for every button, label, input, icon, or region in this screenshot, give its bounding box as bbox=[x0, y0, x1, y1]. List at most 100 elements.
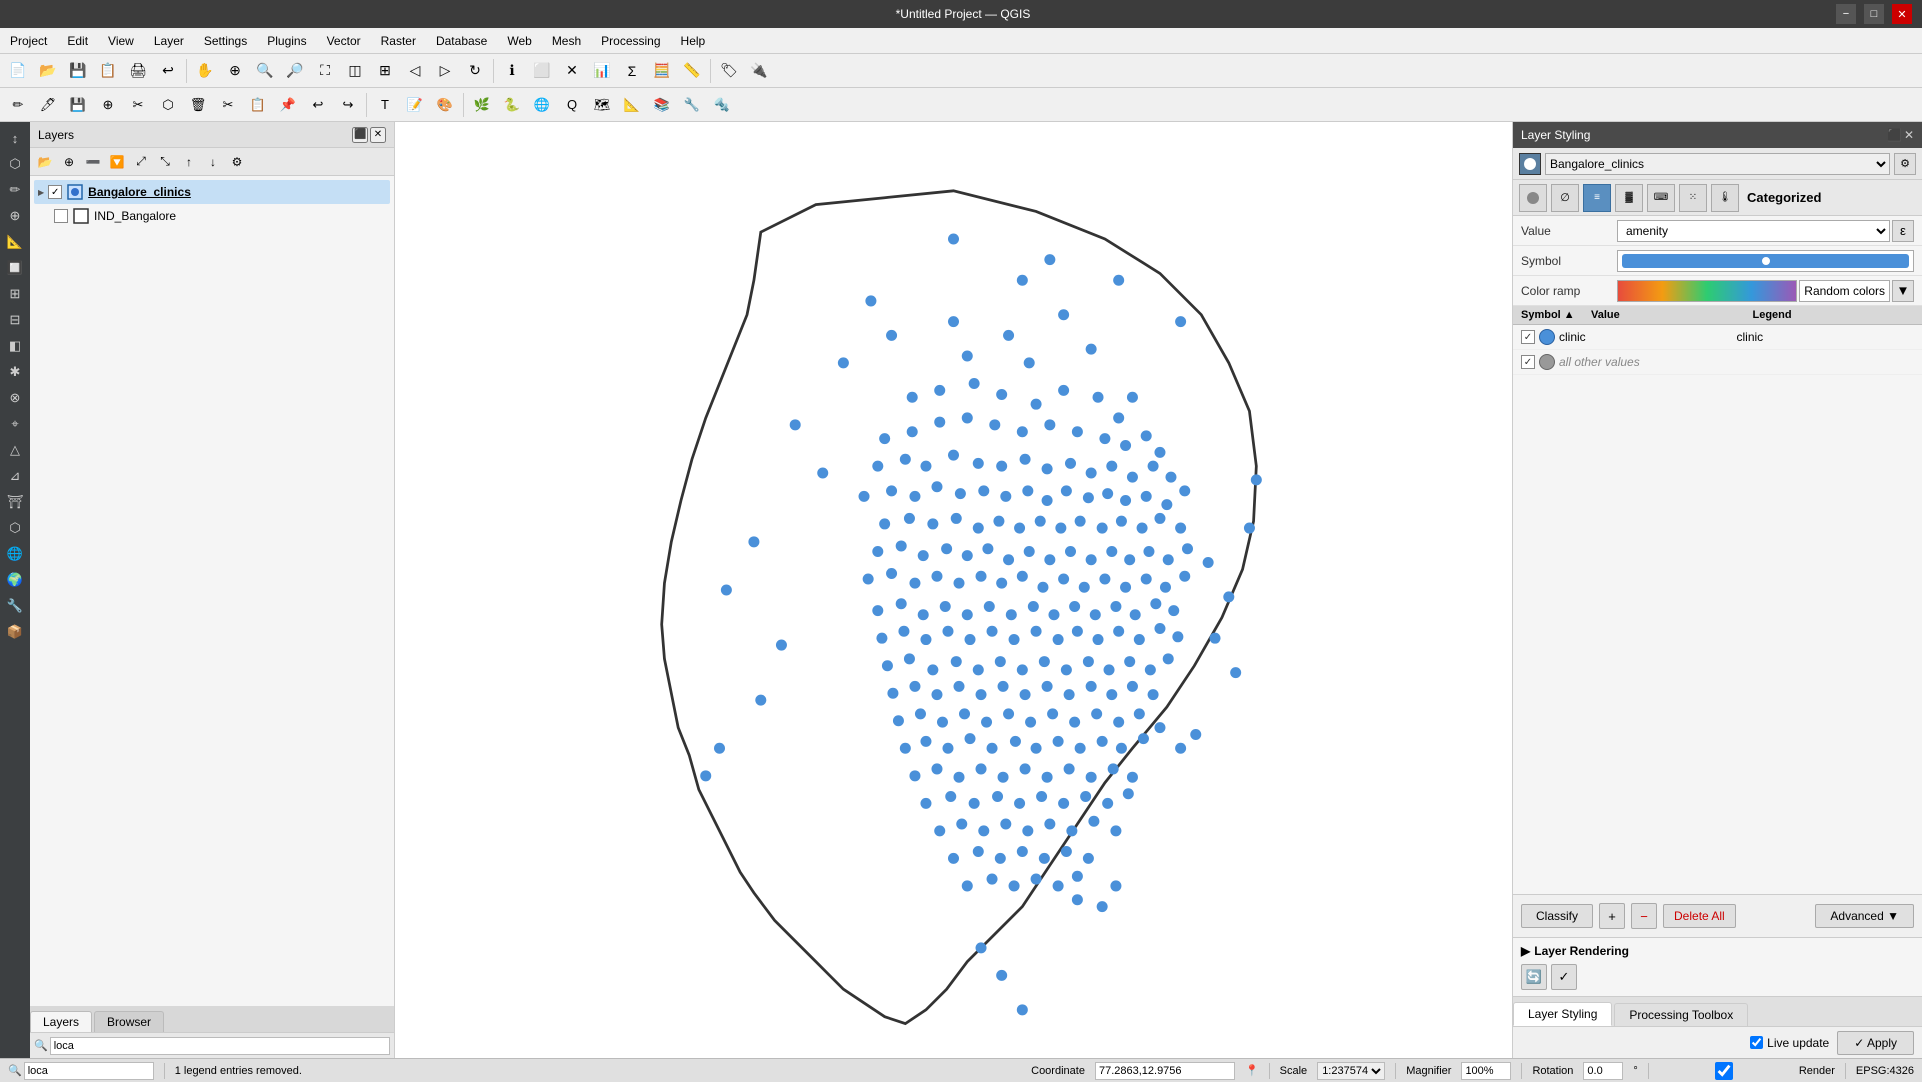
styling-undock-button[interactable]: ⬛ bbox=[1887, 128, 1902, 142]
value-expression-button[interactable]: ε bbox=[1892, 220, 1914, 242]
move-down-button[interactable]: ↓ bbox=[202, 151, 224, 173]
delete-selected-button[interactable]: 🗑 bbox=[184, 91, 212, 119]
digitize-button[interactable]: ✏ bbox=[4, 91, 32, 119]
annotation-button[interactable]: 📝 bbox=[401, 91, 429, 119]
open-project-button[interactable]: 📂 bbox=[34, 57, 62, 85]
save-as-button[interactable]: 📋 bbox=[94, 57, 122, 85]
map3d-button[interactable]: 🗺 bbox=[588, 91, 616, 119]
layer-checkbox-ind[interactable] bbox=[54, 209, 68, 223]
pan-to-selection-button[interactable]: ⊕ bbox=[221, 57, 249, 85]
menu-plugins[interactable]: Plugins bbox=[257, 32, 316, 50]
menu-web[interactable]: Web bbox=[497, 32, 541, 50]
label-button[interactable]: 🏷 bbox=[715, 57, 743, 85]
layer-rendering-title[interactable]: ▶ Layer Rendering bbox=[1521, 944, 1914, 958]
scale-dropdown[interactable]: 1:237574 bbox=[1317, 1062, 1385, 1080]
menu-raster[interactable]: Raster bbox=[371, 32, 426, 50]
left-tool-2[interactable]: ⬡ bbox=[3, 152, 27, 176]
collapse-all-button[interactable]: ⤡ bbox=[154, 151, 176, 173]
tab-browser[interactable]: Browser bbox=[94, 1011, 164, 1032]
styling-layer-settings[interactable]: ⚙ bbox=[1894, 153, 1916, 175]
deselect-button[interactable]: ✕ bbox=[558, 57, 586, 85]
globe-button[interactable]: 🌐 bbox=[528, 91, 556, 119]
undo-edit-button[interactable]: ↩ bbox=[304, 91, 332, 119]
left-tool-5[interactable]: 📐 bbox=[3, 230, 27, 254]
select-button[interactable]: ⬜ bbox=[528, 57, 556, 85]
zoom-layer-button[interactable]: ⊞ bbox=[371, 57, 399, 85]
tab-layer-styling[interactable]: Layer Styling bbox=[1513, 1002, 1612, 1026]
value-dropdown[interactable]: amenity bbox=[1617, 220, 1890, 242]
zoom-selection-button[interactable]: ◫ bbox=[341, 57, 369, 85]
layer-item-bangalore-clinics[interactable]: ▶ ✓ Bangalore_clinics bbox=[34, 180, 390, 204]
move-feature-button[interactable]: ✂ bbox=[124, 91, 152, 119]
render-tool-2[interactable]: ✓ bbox=[1551, 964, 1577, 990]
layers-panel-undock[interactable]: ⬛ bbox=[352, 127, 368, 143]
menu-edit[interactable]: Edit bbox=[57, 32, 98, 50]
style-button[interactable]: 🎨 bbox=[431, 91, 459, 119]
add-class-button[interactable]: + bbox=[1599, 903, 1625, 929]
toggle-edit-button[interactable]: 🖊 bbox=[34, 91, 62, 119]
heatmap-renderer-button[interactable]: 🌡 bbox=[1711, 184, 1739, 212]
color-ramp-options-button[interactable]: ▼ bbox=[1892, 280, 1914, 302]
color-ramp-preview[interactable] bbox=[1617, 280, 1797, 302]
left-tool-16[interactable]: ⬡ bbox=[3, 516, 27, 540]
menu-vector[interactable]: Vector bbox=[317, 32, 371, 50]
maximize-button[interactable]: □ bbox=[1864, 4, 1884, 24]
identify-button[interactable]: ℹ bbox=[498, 57, 526, 85]
graduated-renderer-button[interactable]: ▓ bbox=[1615, 184, 1643, 212]
delete-all-button[interactable]: Delete All bbox=[1663, 904, 1736, 928]
add-layer-button[interactable]: ⊕ bbox=[58, 151, 80, 173]
minimize-button[interactable]: − bbox=[1836, 4, 1856, 24]
left-tool-3[interactable]: ✏ bbox=[3, 178, 27, 202]
pan-button[interactable]: ✋ bbox=[191, 57, 219, 85]
zoom-last-button[interactable]: ◁ bbox=[401, 57, 429, 85]
plugin2-button[interactable]: 🔧 bbox=[678, 91, 706, 119]
layer-checkbox-clinics[interactable]: ✓ bbox=[48, 185, 62, 199]
open-layer-button[interactable]: 📂 bbox=[34, 151, 56, 173]
classify-button[interactable]: Classify bbox=[1521, 904, 1593, 928]
print-layout-button[interactable]: 📐 bbox=[618, 91, 646, 119]
categorized-renderer-button[interactable]: ≡ bbox=[1583, 184, 1611, 212]
remove-layer-button[interactable]: ➖ bbox=[82, 151, 104, 173]
menu-settings[interactable]: Settings bbox=[194, 32, 257, 50]
category-row-clinic[interactable]: ✓ clinic clinic bbox=[1513, 325, 1922, 350]
layer-settings-button[interactable]: ⚙ bbox=[226, 151, 248, 173]
left-tool-13[interactable]: △ bbox=[3, 438, 27, 462]
styling-close-button[interactable]: ✕ bbox=[1904, 128, 1914, 142]
left-tool-6[interactable]: 🔲 bbox=[3, 256, 27, 280]
field-calc-button[interactable]: 🧮 bbox=[648, 57, 676, 85]
rule-based-renderer-button[interactable]: ⌨ bbox=[1647, 184, 1675, 212]
category-checkbox-other[interactable]: ✓ bbox=[1521, 355, 1535, 369]
magnifier-input[interactable] bbox=[1461, 1062, 1511, 1080]
atlas-button[interactable]: 📚 bbox=[648, 91, 676, 119]
save-project-button[interactable]: 💾 bbox=[64, 57, 92, 85]
python-button[interactable]: 🐍 bbox=[498, 91, 526, 119]
statusbar-search-input[interactable] bbox=[24, 1062, 154, 1080]
menu-processing[interactable]: Processing bbox=[591, 32, 670, 50]
menu-database[interactable]: Database bbox=[426, 32, 497, 50]
left-tool-10[interactable]: ✱ bbox=[3, 360, 27, 384]
plugin-button[interactable]: 🔌 bbox=[745, 57, 773, 85]
node-tool-button[interactable]: ⬡ bbox=[154, 91, 182, 119]
cut-features-button[interactable]: ✂ bbox=[214, 91, 242, 119]
attributes-button[interactable]: 📊 bbox=[588, 57, 616, 85]
left-tool-7[interactable]: ⊞ bbox=[3, 282, 27, 306]
print-button[interactable]: 🖨 bbox=[124, 57, 152, 85]
left-tool-12[interactable]: ⌖ bbox=[3, 412, 27, 436]
close-button[interactable]: ✕ bbox=[1892, 4, 1912, 24]
menu-layer[interactable]: Layer bbox=[144, 32, 194, 50]
zoom-next-button[interactable]: ▷ bbox=[431, 57, 459, 85]
menu-mesh[interactable]: Mesh bbox=[542, 32, 591, 50]
grass-button[interactable]: 🌿 bbox=[468, 91, 496, 119]
stats-button[interactable]: Σ bbox=[618, 57, 646, 85]
map-canvas[interactable] bbox=[395, 122, 1512, 1058]
move-up-button[interactable]: ↑ bbox=[178, 151, 200, 173]
left-tool-20[interactable]: 📦 bbox=[3, 620, 27, 644]
left-tool-19[interactable]: 🔧 bbox=[3, 594, 27, 618]
menu-help[interactable]: Help bbox=[671, 32, 716, 50]
qgis-button[interactable]: Q bbox=[558, 91, 586, 119]
styling-layer-dropdown[interactable]: Bangalore_clinics bbox=[1545, 153, 1890, 175]
undo-button[interactable]: ↩ bbox=[154, 57, 182, 85]
left-tool-15[interactable]: ⛩ bbox=[3, 490, 27, 514]
coordinate-input[interactable] bbox=[1095, 1062, 1235, 1080]
category-checkbox-clinic[interactable]: ✓ bbox=[1521, 330, 1535, 344]
